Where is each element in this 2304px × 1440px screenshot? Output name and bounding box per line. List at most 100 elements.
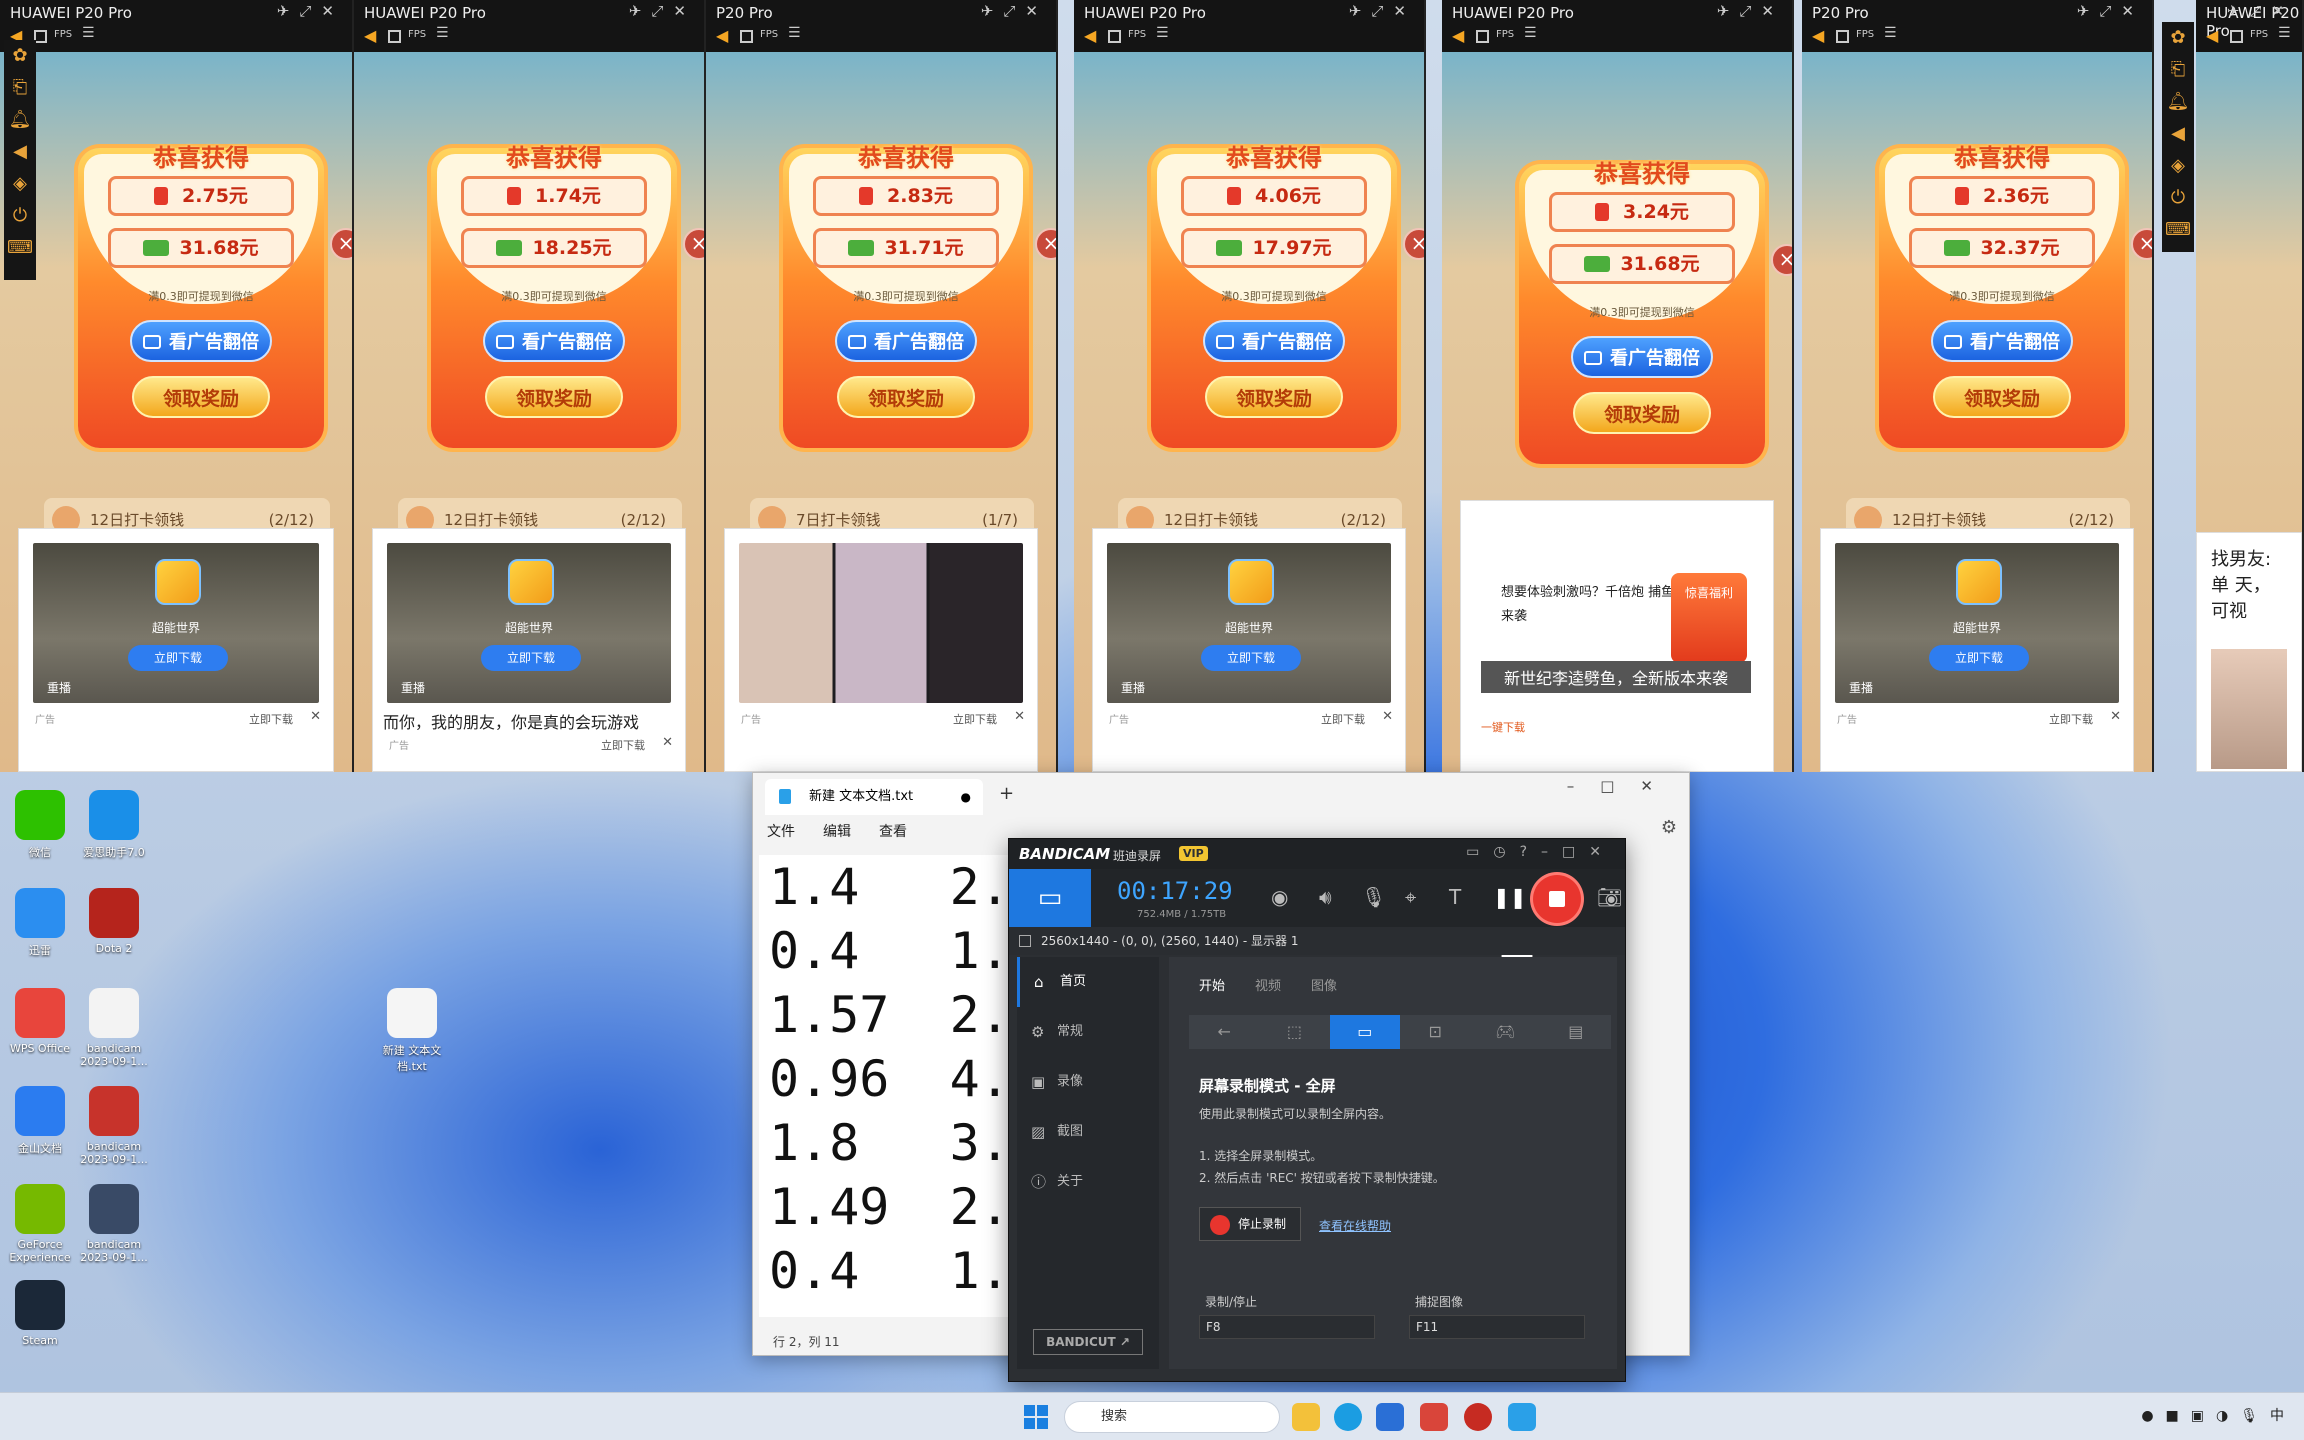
new-tab-button[interactable]: +: [999, 783, 1014, 804]
game-mode-button[interactable]: 🎮︎: [1470, 1015, 1540, 1049]
volume-icon[interactable]: ◀: [364, 26, 376, 45]
desktop-icon[interactable]: 新建 文本文档.txt: [372, 988, 452, 1074]
bandicam-taskbar-icon[interactable]: [1464, 1403, 1492, 1431]
screen-icon[interactable]: [1836, 30, 1849, 43]
close-popup-button[interactable]: ×: [1403, 228, 1424, 260]
replay-button[interactable]: 重播: [1121, 679, 1145, 696]
phone-window-controls[interactable]: ✈⤢✕: [981, 2, 1048, 20]
start-button[interactable]: [1024, 1405, 1048, 1429]
ad-download-button[interactable]: 立即下载: [1201, 645, 1301, 671]
close-popup-button[interactable]: ×: [1771, 244, 1792, 276]
ime-indicator[interactable]: 中: [2270, 1408, 2296, 1424]
desktop-icon[interactable]: 金山文档: [0, 1086, 80, 1156]
desktop-icon[interactable]: GeForce Experience: [0, 1184, 80, 1264]
watch-ad-button[interactable]: 看广告翻倍: [483, 320, 625, 362]
desktop-icon[interactable]: Steam: [0, 1280, 80, 1347]
ad-download-link[interactable]: 一键下载: [1481, 719, 1525, 735]
replay-button[interactable]: 重播: [1849, 679, 1873, 696]
nav-home[interactable]: ⌂ 首页: [1017, 957, 1159, 1007]
ad-video[interactable]: [739, 543, 1023, 703]
ad-banner[interactable]: 广告 立即下载 ✕: [724, 528, 1038, 772]
ad-close-icon[interactable]: ✕: [662, 735, 673, 750]
power-icon[interactable]: ⏻: [4, 200, 36, 232]
volume-icon[interactable]: ◀: [1452, 26, 1464, 45]
desktop-icon[interactable]: 微信: [0, 790, 80, 860]
volume-icon[interactable]: ◀: [2206, 26, 2218, 45]
webcam-icon[interactable]: ◉: [1271, 885, 1288, 909]
text-icon[interactable]: T: [1449, 885, 1461, 909]
ad-close-icon[interactable]: ✕: [1382, 709, 1393, 724]
close-popup-button[interactable]: ×: [1035, 228, 1056, 260]
volume-icon[interactable]: ◀: [4, 136, 36, 168]
bell-icon[interactable]: 🔔︎: [4, 104, 36, 136]
ad-banner[interactable]: 想要体验刺激吗？千倍炮 捕鱼来袭 惊喜福利 新世纪李逵劈鱼，全新版本来袭 一键下…: [1460, 500, 1774, 772]
menu-icon[interactable]: ☰: [1524, 25, 1537, 41]
layers-icon[interactable]: ◈: [2162, 150, 2194, 182]
notepad-tab[interactable]: 新建 文本文档.txt ●: [765, 779, 983, 815]
desktop-icon[interactable]: bandicam 2023-09-1...: [74, 988, 154, 1068]
desktop-icon[interactable]: 迅雷: [0, 888, 80, 958]
hotkey-record-field[interactable]: F8: [1199, 1315, 1375, 1339]
phone-window-controls[interactable]: ✈⤢✕: [1717, 2, 1784, 20]
watch-ad-button[interactable]: 看广告翻倍: [130, 320, 272, 362]
menu-icon[interactable]: ☰: [1156, 25, 1169, 41]
phone-window-controls[interactable]: ✈⤢✕: [277, 2, 344, 20]
phone-window-controls[interactable]: ✈⤢✕: [629, 2, 696, 20]
notepad-editor[interactable]: 1.4 2. 0.4 1. 1.57 2. 0.96 4. 1.8 3. 1.49 2. 0…: [759, 855, 1019, 1317]
phone-window-controls[interactable]: ✈⤢✕: [2227, 2, 2294, 20]
claim-reward-button[interactable]: 领取奖励: [1933, 376, 2071, 418]
stop-recording-button[interactable]: 停止录制: [1199, 1207, 1301, 1241]
ad-download-link[interactable]: 立即下载: [2049, 711, 2093, 727]
nav-video[interactable]: ▣ 录像: [1017, 1057, 1159, 1107]
ad-download-button[interactable]: 立即下载: [128, 645, 228, 671]
back-icon[interactable]: ⎗: [4, 72, 36, 104]
layers-icon[interactable]: ◈: [4, 168, 36, 200]
desktop-icon[interactable]: Dota 2: [74, 888, 154, 955]
ad-download-link[interactable]: 立即下载: [953, 711, 997, 727]
menu-icon[interactable]: ☰: [82, 25, 95, 41]
keyboard-icon[interactable]: ⌨: [4, 232, 36, 264]
store-icon[interactable]: [1376, 1403, 1404, 1431]
stop-record-button[interactable]: [1533, 875, 1581, 923]
screen-icon[interactable]: [1476, 30, 1489, 43]
screen-icon[interactable]: [740, 30, 753, 43]
claim-reward-button[interactable]: 领取奖励: [1573, 392, 1711, 434]
ad-banner[interactable]: 超能世界 立即下载 重播 而你，我的朋友，你是真的会玩游戏 广告 立即下载 ✕: [372, 528, 686, 772]
record-target[interactable]: 2560x1440 - (0, 0), (2560, 1440) - 显示器 1: [1009, 927, 1625, 955]
menu-file[interactable]: 文件: [767, 824, 795, 840]
screen-mode-button[interactable]: ▭: [1009, 869, 1091, 927]
settings-gear-icon[interactable]: ⚙: [1661, 817, 1677, 838]
watch-ad-button[interactable]: 看广告翻倍: [1203, 320, 1345, 362]
ad-download-link[interactable]: 立即下载: [601, 737, 645, 753]
volume-icon[interactable]: ◀: [2162, 118, 2194, 150]
ad-download-button[interactable]: 立即下载: [481, 645, 581, 671]
mouse-mode-button[interactable]: ⊡: [1400, 1015, 1470, 1049]
file-explorer-icon[interactable]: [1292, 1403, 1320, 1431]
watch-ad-button[interactable]: 看广告翻倍: [1931, 320, 2073, 362]
close-popup-button[interactable]: ×: [2131, 228, 2152, 260]
ad-banner[interactable]: 超能世界 立即下载 重播 广告 立即下载 ✕: [1092, 528, 1406, 772]
volume-icon[interactable]: ◀: [716, 26, 728, 45]
bandicam-window-controls[interactable]: ▭◷?–□✕: [1466, 844, 1615, 860]
replay-button[interactable]: 重播: [401, 679, 425, 696]
online-help-link[interactable]: 查看在线帮助: [1319, 1217, 1391, 1234]
bandicut-button[interactable]: BANDICUT ↗: [1033, 1329, 1143, 1355]
ad-banner[interactable]: 找男友: 单 天，可视: [2196, 532, 2302, 772]
desktop-icon[interactable]: WPS Office: [0, 988, 80, 1055]
keyboard-icon[interactable]: ⌨: [2162, 214, 2194, 246]
target-checkbox[interactable]: [1019, 935, 1031, 947]
ad-close-icon[interactable]: ✕: [310, 709, 321, 724]
ad-close-icon[interactable]: ✕: [2110, 709, 2121, 724]
device-mode-button[interactable]: ▤: [1541, 1015, 1611, 1049]
menu-icon[interactable]: ☰: [436, 25, 449, 41]
desktop-icon[interactable]: bandicam 2023-09-1...: [74, 1086, 154, 1166]
replay-button[interactable]: 重播: [47, 679, 71, 696]
mic-icon[interactable]: 🎙︎: [1361, 885, 1386, 909]
screen-icon[interactable]: [388, 30, 401, 43]
rect-mode-button[interactable]: ⬚: [1259, 1015, 1329, 1049]
claim-reward-button[interactable]: 领取奖励: [1205, 376, 1343, 418]
nav-about[interactable]: ⓘ 关于: [1017, 1157, 1159, 1207]
bell-icon[interactable]: 🔔︎: [2162, 86, 2194, 118]
tab-start[interactable]: 开始: [1199, 979, 1225, 994]
menu-icon[interactable]: ☰: [2278, 25, 2291, 41]
